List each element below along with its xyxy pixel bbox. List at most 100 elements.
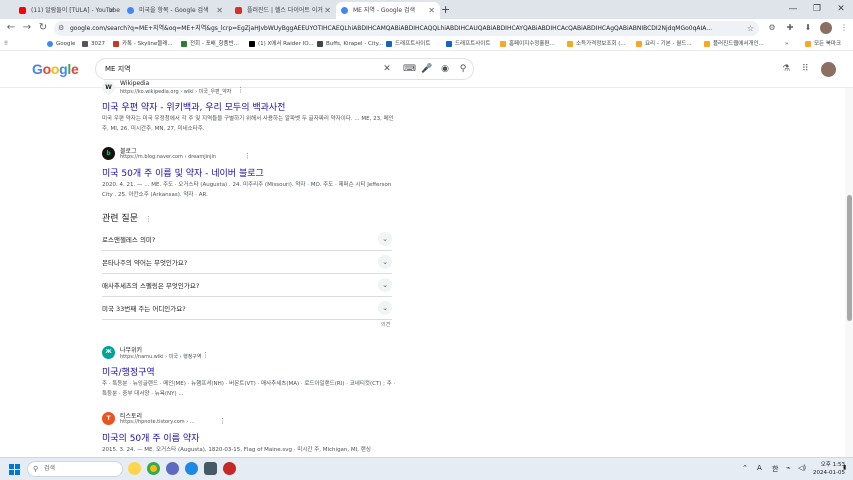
chevron-down-icon[interactable]: ⌄: [378, 301, 392, 315]
more-options-icon[interactable]: ⋮: [244, 152, 251, 160]
result-title[interactable]: 미국/행정구역: [102, 365, 155, 378]
bookmark-item[interactable]: 전회 - 포배_항품반...: [181, 39, 239, 49]
more-options-icon[interactable]: ⋮: [219, 417, 226, 425]
notification-icon[interactable]: ▮: [843, 464, 846, 471]
close-icon[interactable]: ✕: [108, 2, 115, 19]
microphone-icon[interactable]: 🎤: [421, 63, 433, 75]
result-tistory: T 티스토리 https://hpnote.tistory.com › ... …: [102, 411, 402, 461]
labs-icon[interactable]: ⚗: [782, 64, 790, 74]
site-info-icon[interactable]: ⚙: [58, 21, 64, 36]
reload-button[interactable]: ↻: [36, 21, 50, 35]
close-window-button[interactable]: ✕: [829, 0, 853, 19]
tistory-icon: T: [102, 412, 115, 425]
more-options-icon[interactable]: ⋮: [202, 351, 209, 359]
keyboard-icon[interactable]: ⌨: [403, 63, 416, 75]
tab-youtube[interactable]: (11) 알람들이 [TULA] - YouTube ✕: [14, 2, 120, 19]
clear-icon[interactable]: ✕: [381, 63, 393, 75]
back-button[interactable]: ←: [4, 21, 18, 35]
search-icon[interactable]: ⚲: [457, 63, 469, 75]
tray-overflow-icon[interactable]: ⌃: [742, 464, 748, 472]
kakaotalk-icon[interactable]: [128, 462, 141, 475]
forward-button[interactable]: →: [20, 21, 34, 35]
all-bookmarks[interactable]: 모든 북마크: [805, 39, 841, 49]
puzzle-icon[interactable]: ✚: [784, 22, 796, 34]
result-title[interactable]: 미국 50개 주 이름 및 약자 - 네이버 블로그: [102, 166, 264, 179]
feedback-link[interactable]: 의견: [381, 321, 390, 328]
volume-icon[interactable]: ◁): [798, 464, 806, 472]
bookmark-item[interactable]: Buffs, Kirapel - City...: [317, 39, 383, 49]
related-question[interactable]: 몬타나주의 약어는 무엇인가요? ⌄: [102, 251, 392, 274]
search-input[interactable]: ME 지역: [105, 59, 131, 79]
bookmark-item[interactable]: 드래프트사이트: [386, 39, 430, 49]
profile-avatar[interactable]: [820, 22, 832, 34]
new-tab-button[interactable]: +: [441, 3, 450, 17]
extensions-icon[interactable]: ⚙: [766, 22, 778, 34]
minimize-button[interactable]: —: [781, 0, 805, 19]
tab-title: ME 지역 - Google 검색: [353, 7, 416, 14]
question-text: 매사추세츠의 스펠링은 무엇인가요?: [102, 282, 200, 290]
chrome-icon[interactable]: [147, 462, 160, 475]
clock[interactable]: 오후 1:53 2024-01-05: [813, 461, 845, 477]
result-naver-blog: b 블로그 https://m.blog.naver.com › dreamji…: [102, 146, 402, 198]
youtube-icon: [19, 7, 26, 14]
related-question[interactable]: 미국 33번째 주는 어디인가요? ⌄: [102, 297, 392, 320]
edge-icon[interactable]: [185, 462, 198, 475]
google-icon: [127, 7, 134, 14]
bookmark-item[interactable]: (1) X에서 Raider IO...: [249, 39, 314, 49]
lens-icon[interactable]: ◉: [439, 63, 451, 75]
tab-active-search[interactable]: ME 지역 - Google 검색 ✕: [336, 2, 440, 19]
result-title[interactable]: 미국의 50개 주 이름 약자: [102, 431, 199, 444]
bookmark-item[interactable]: 요리 - 기본 - 월드...: [636, 39, 692, 49]
app-icon[interactable]: [166, 462, 179, 475]
chevron-down-icon[interactable]: ⌄: [378, 278, 392, 292]
bookmark-google[interactable]: Google: [47, 39, 75, 49]
language-indicator[interactable]: 한: [772, 464, 778, 474]
bookmarks-overflow[interactable]: »: [785, 39, 788, 49]
bookmark-star-icon[interactable]: ☆: [747, 21, 754, 36]
menu-icon[interactable]: ⋮: [838, 22, 850, 34]
google-logo[interactable]: Google: [32, 61, 79, 77]
tab-google-search-1[interactable]: 미국을 항목 - Google 검색 ✕: [122, 2, 228, 19]
result-title[interactable]: 미국 우편 약자 - 위키백과, 우리 모두의 백과사전: [102, 100, 285, 113]
tab-title: (11) 알람들이 [TULA] - YouTube: [31, 7, 120, 14]
taskbar-search[interactable]: ⚲ 검색: [27, 461, 123, 477]
related-question[interactable]: 매사추세츠의 스펠링은 무엇인가요? ⌄: [102, 274, 392, 297]
network-icon[interactable]: ⌁: [786, 464, 790, 472]
start-button[interactable]: [9, 464, 20, 475]
search-box[interactable]: ME 지역 ✕ ⌨ 🎤 ◉ ⚲: [95, 58, 474, 80]
question-text: 로스앤젤레스 의미?: [102, 236, 156, 244]
address-bar[interactable]: ⚙ google.com/search?q=ME+지역&oq=ME+지역&gs_…: [54, 21, 759, 36]
tab-plugin[interactable]: 플러진드 | 헬스 다이어트 이거 ✕: [230, 2, 336, 19]
downloads-icon[interactable]: ⬇: [802, 22, 814, 34]
apps-icon[interactable]: ⠿: [4, 39, 8, 49]
more-options-icon[interactable]: ⋮: [145, 215, 152, 223]
more-options-icon[interactable]: ⋮: [237, 86, 244, 94]
ime-indicator[interactable]: A: [757, 464, 762, 472]
account-avatar[interactable]: [821, 62, 836, 77]
chevron-down-icon[interactable]: ⌄: [378, 255, 392, 269]
bookmark-item[interactable]: 플러진드웹에서개인...: [704, 39, 764, 49]
scrollbar-thumb[interactable]: [847, 195, 852, 321]
app-icon[interactable]: [204, 462, 217, 475]
related-question[interactable]: 로스앤젤레스 의미? ⌄: [102, 228, 392, 251]
close-icon[interactable]: ✕: [428, 2, 435, 19]
bookmark-item[interactable]: 3027: [82, 39, 105, 49]
result-url[interactable]: https://m.blog.naver.com › dreamjinjin: [120, 154, 216, 160]
chevron-down-icon[interactable]: ⌄: [378, 232, 392, 246]
taskbar-search-placeholder: 검색: [44, 465, 56, 472]
close-icon[interactable]: ✕: [216, 2, 223, 19]
google-apps-icon[interactable]: ⠿: [802, 64, 809, 74]
maximize-button[interactable]: ❐: [805, 0, 829, 19]
naver-blog-icon: b: [102, 147, 115, 160]
bookmark-item[interactable]: 소득가격정보조회 (...: [567, 39, 626, 49]
bookmark-item[interactable]: 드래프트사이트: [446, 39, 490, 49]
bookmark-item[interactable]: 홈페이지수정흘편...: [500, 39, 555, 49]
result-url[interactable]: https://namu.wiki › 미국 › 행정구역: [120, 353, 202, 360]
search-icon: ⚲: [33, 465, 39, 473]
app-icon[interactable]: [223, 462, 236, 475]
result-url[interactable]: https://hpnote.tistory.com › ...: [120, 419, 195, 425]
result-url[interactable]: https://ko.wikipedia.org › wiki › 미국_우편_…: [120, 88, 231, 95]
bookmark-item[interactable]: 카톡 - Skyline블래...: [113, 39, 173, 49]
tab-title: 미국을 항목 - Google 검색: [139, 7, 209, 14]
close-icon[interactable]: ✕: [324, 2, 331, 19]
